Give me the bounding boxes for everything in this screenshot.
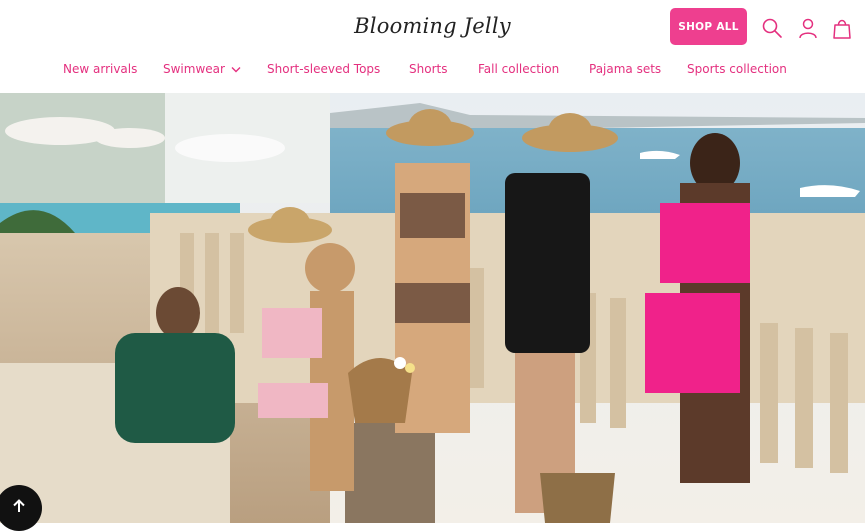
nav-item-short-sleeved-tops[interactable]: Short-sleeved Tops [267, 62, 380, 76]
search-icon[interactable] [761, 17, 783, 39]
nav-item-swimwear[interactable]: Swimwear [163, 62, 241, 76]
site-header: Blooming Jelly SHOP ALL New arrivals Swi… [0, 0, 865, 93]
nav-item-fall-collection[interactable]: Fall collection [478, 62, 559, 76]
nav-item-sports-collection[interactable]: Sports collection [687, 62, 787, 76]
hero-banner[interactable] [0, 93, 865, 523]
cart-icon[interactable] [831, 17, 853, 39]
shop-all-button[interactable]: SHOP ALL [670, 8, 747, 45]
nav-item-shorts[interactable]: Shorts [409, 62, 447, 76]
nav-item-pajama-sets[interactable]: Pajama sets [589, 62, 661, 76]
nav-item-swimwear-label: Swimwear [163, 62, 225, 76]
main-nav: New arrivals Swimwear Short-sleeved Tops… [0, 62, 865, 82]
chevron-down-icon [231, 62, 241, 76]
back-to-top-button[interactable] [0, 485, 42, 531]
hero-photo [0, 93, 865, 523]
nav-item-new-arrivals[interactable]: New arrivals [63, 62, 137, 76]
account-icon[interactable] [797, 17, 819, 39]
arrow-up-icon [11, 498, 27, 518]
